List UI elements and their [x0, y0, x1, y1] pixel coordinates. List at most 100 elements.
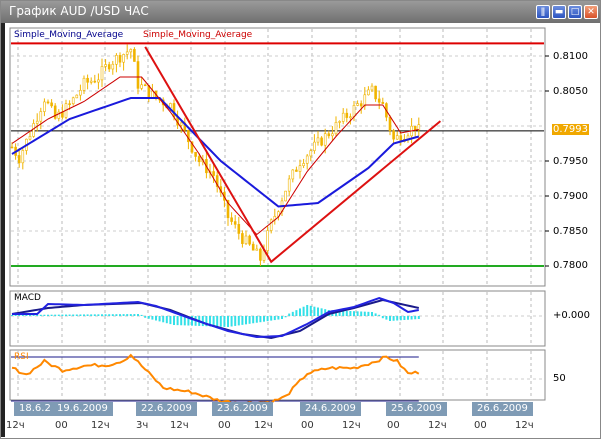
candle	[287, 178, 291, 192]
candle	[367, 89, 370, 96]
candle	[179, 122, 183, 126]
candle	[284, 190, 287, 202]
candle	[392, 130, 395, 140]
candle	[194, 151, 197, 157]
candle	[381, 101, 385, 104]
candle	[309, 150, 313, 157]
date-label: 22.6.2009	[136, 402, 197, 416]
candle	[136, 61, 140, 89]
price-tick: 0.7800	[553, 260, 588, 271]
candle	[46, 101, 50, 104]
macd-main-line	[12, 296, 419, 339]
candle	[349, 116, 352, 119]
candle	[356, 103, 359, 106]
candle	[68, 103, 71, 105]
date-label: 19.6.2009	[52, 402, 113, 416]
candle	[89, 80, 93, 83]
candle	[97, 79, 100, 83]
candle	[334, 122, 338, 135]
candle	[140, 84, 143, 89]
candle	[17, 155, 21, 164]
candle	[53, 105, 57, 119]
candle	[79, 90, 82, 96]
candle	[118, 55, 122, 63]
rsi-label: RSI	[14, 352, 29, 362]
candle	[230, 217, 233, 222]
ma-slow-label: Simple_Moving_Average	[14, 30, 124, 40]
candle	[28, 136, 32, 140]
price-tick: 0.8100	[553, 51, 588, 62]
candle	[43, 101, 46, 112]
time-label: 12ч	[91, 420, 110, 431]
price-panel	[9, 27, 546, 287]
candle	[21, 150, 25, 164]
time-label: 00	[218, 420, 231, 431]
price-tick: 0.7950	[553, 156, 588, 167]
candle	[305, 155, 309, 164]
candle	[316, 137, 320, 143]
date-label: 18.6.2	[14, 402, 52, 416]
candle	[197, 156, 201, 163]
rsi-tick: 50	[553, 373, 566, 384]
candle	[248, 235, 251, 245]
candle	[125, 51, 129, 55]
candle	[212, 171, 215, 176]
candle	[10, 146, 14, 149]
time-label: 12ч	[515, 420, 534, 431]
candle	[86, 77, 89, 83]
candle	[313, 141, 316, 151]
candle	[151, 90, 154, 98]
candle	[302, 163, 305, 166]
candle	[143, 84, 147, 87]
macd-label: MACD	[14, 293, 41, 303]
candle	[295, 169, 298, 172]
candle	[323, 133, 327, 146]
time-label: 00	[301, 420, 314, 431]
candle	[331, 133, 334, 137]
current-price-label: 0.7993	[552, 124, 589, 135]
time-label: 00	[387, 420, 400, 431]
candle	[269, 219, 273, 231]
candle	[320, 137, 323, 146]
candle	[75, 94, 79, 99]
candle	[32, 123, 35, 137]
candle	[233, 221, 237, 225]
candle	[122, 54, 125, 63]
candle	[104, 64, 107, 67]
candle	[255, 248, 259, 251]
candle	[266, 230, 269, 251]
candle	[115, 55, 118, 65]
candle	[363, 94, 367, 107]
price-tick: 0.7850	[553, 226, 588, 237]
time-label: 12ч	[254, 420, 273, 431]
candle	[129, 49, 133, 53]
candle	[388, 116, 392, 132]
date-label: 24.6.2009	[300, 402, 361, 416]
time-label: 00	[55, 420, 68, 431]
time-label: 00	[474, 420, 487, 431]
candle	[241, 233, 244, 244]
candle	[291, 169, 295, 180]
candle	[338, 121, 341, 123]
time-label: 12ч	[6, 420, 25, 431]
time-label: 12ч	[428, 420, 447, 431]
time-label: 12ч	[342, 420, 361, 431]
candle	[359, 103, 363, 107]
time-label: 3ч	[136, 420, 149, 431]
candle	[111, 63, 115, 70]
time-label: 12ч	[170, 420, 189, 431]
candle	[352, 105, 356, 118]
candle	[100, 66, 104, 81]
trendline	[144, 46, 442, 264]
candle	[374, 85, 377, 100]
candle	[50, 102, 53, 107]
candle	[341, 112, 345, 122]
candle	[82, 77, 86, 91]
chart-canvas[interactable]	[0, 0, 601, 439]
price-tick: 0.7900	[553, 191, 588, 202]
candle	[93, 80, 97, 83]
candle	[370, 85, 374, 91]
candle	[35, 120, 39, 124]
candle	[244, 235, 248, 244]
price-tick: 0.8050	[553, 86, 588, 97]
